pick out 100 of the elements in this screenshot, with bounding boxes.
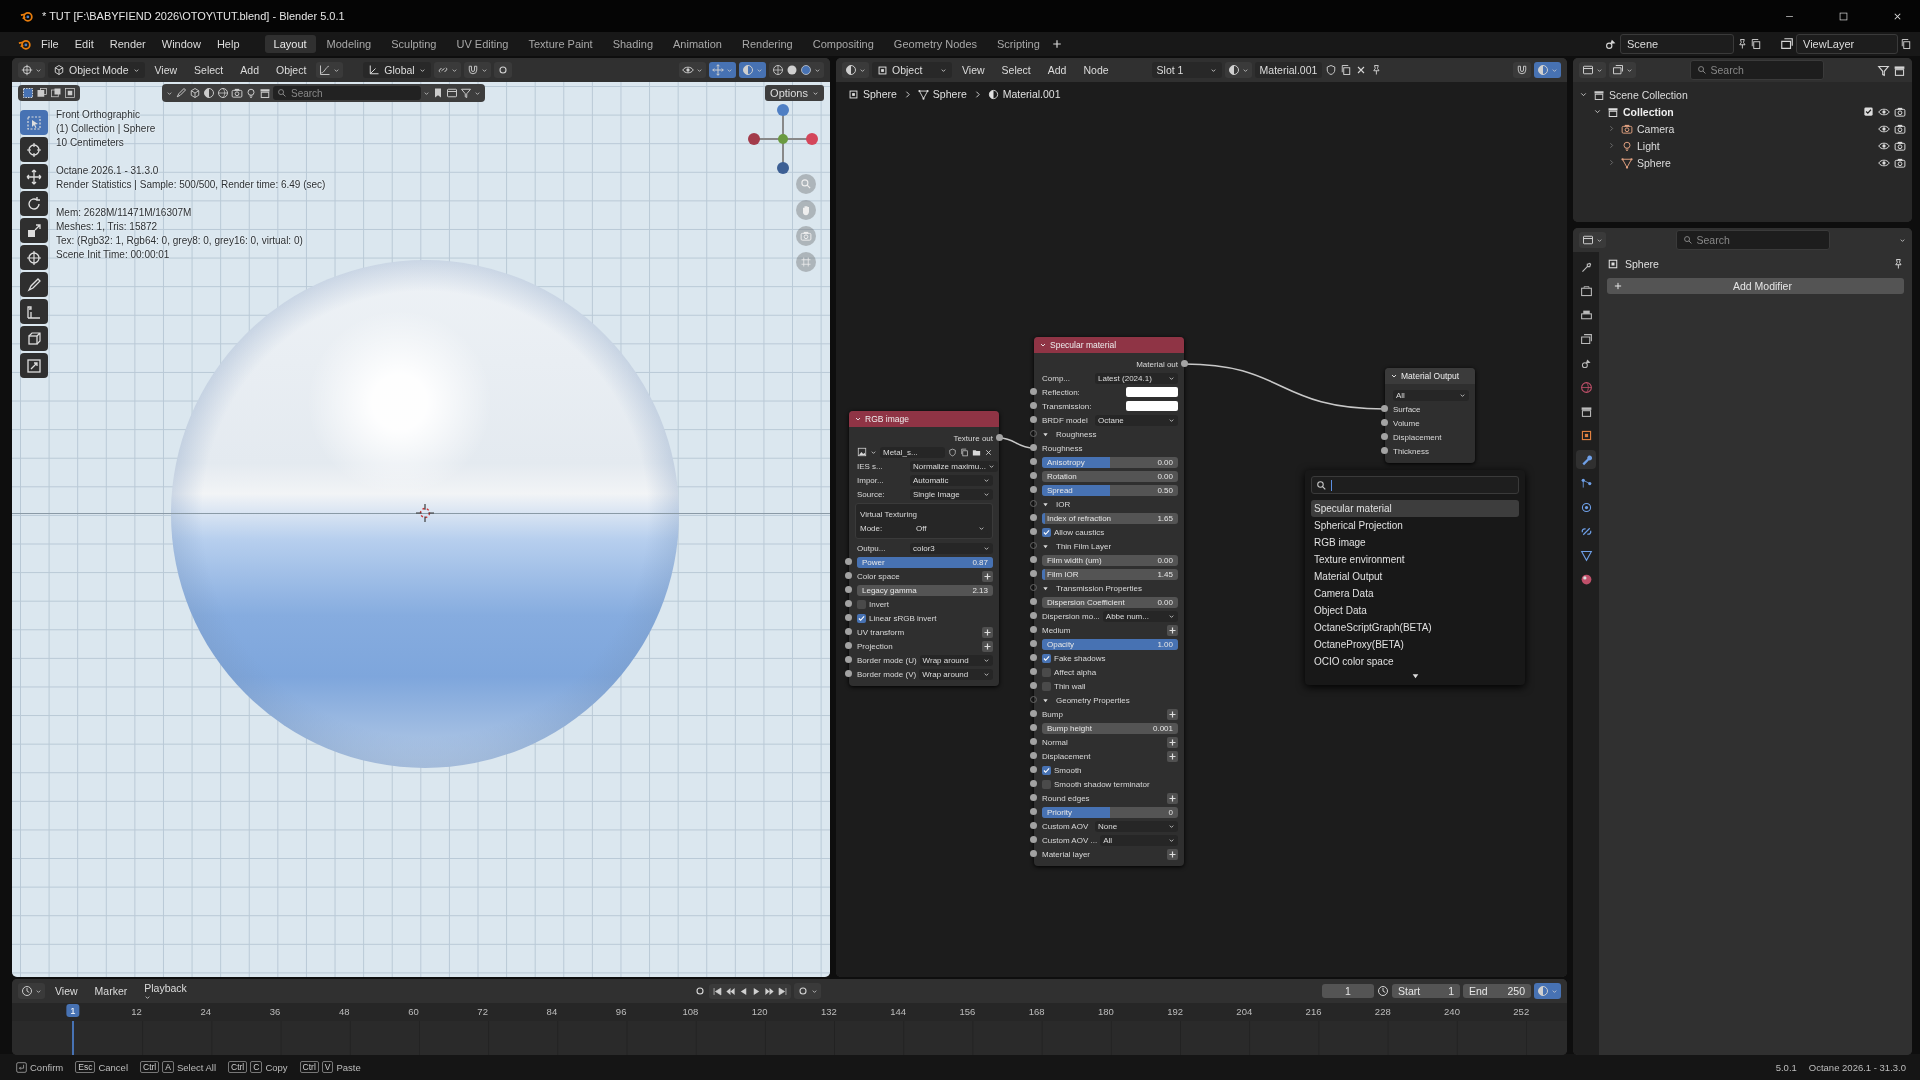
start-frame-field[interactable]: Start 1 [1392, 984, 1460, 998]
slider-field[interactable]: Spread 0.50 [1042, 484, 1178, 496]
menu-item[interactable]: View [955, 61, 992, 79]
dropdown[interactable]: Octane [1095, 414, 1178, 426]
menu-item[interactable]: File [34, 35, 66, 53]
menu-item[interactable]: Material Output [1311, 568, 1519, 585]
menu-item[interactable]: Add [1040, 61, 1074, 79]
workspace-tab[interactable]: Sculpting [382, 35, 446, 53]
menu-item[interactable]: View [147, 61, 185, 79]
dropdown[interactable]: Latest (2024.1) [1095, 372, 1178, 384]
end-frame-field[interactable]: End 250 [1463, 984, 1531, 998]
view-layer-field[interactable]: ViewLayer [1796, 34, 1898, 54]
frame-number: 72 [477, 1006, 488, 1017]
mode-dropdown[interactable]: Object Mode [48, 62, 145, 78]
dropdown[interactable]: All [1393, 389, 1469, 401]
frame-number: 144 [890, 1006, 907, 1017]
frame-number: 156 [959, 1006, 976, 1017]
menu-item[interactable]: View [48, 982, 85, 1000]
workspace-tab[interactable]: Modeling [317, 35, 381, 53]
dropdown[interactable]: Single Image [910, 488, 993, 500]
breadcrumb[interactable]: Sphere [932, 88, 967, 100]
shader-type-dropdown[interactable]: Object [872, 62, 952, 78]
menu-item[interactable]: Object [269, 61, 314, 79]
menu-item[interactable]: OctaneScriptGraph(BETA) [1311, 619, 1519, 636]
dropdown[interactable]: None [1095, 820, 1178, 832]
outliner-item[interactable]: Scene Collection [1609, 88, 1688, 101]
menu-item[interactable]: Spherical Projection [1311, 517, 1519, 534]
menu-item[interactable]: Specular material [1311, 500, 1519, 517]
frame-number: 24 [200, 1006, 211, 1017]
slider-field[interactable]: Anisotropy 0.00 [1042, 456, 1178, 468]
input-label: Surface [1393, 404, 1421, 414]
material-name-field[interactable]: Material.001 [1254, 62, 1323, 78]
scene-field[interactable]: Scene [1620, 34, 1734, 54]
menu-item[interactable]: Playback [137, 979, 194, 1004]
menu-item[interactable]: Marker [87, 982, 135, 1000]
outliner-item[interactable]: Collection [1623, 105, 1674, 118]
menu-item[interactable]: Window [154, 35, 208, 53]
workspace-tab[interactable]: Layout [264, 35, 316, 53]
menu-item[interactable]: Select [187, 61, 231, 79]
menu-item[interactable]: Texture environment [1311, 551, 1519, 568]
slider-field[interactable]: Power 0.87 [857, 556, 993, 568]
workspace-tab[interactable]: Texture Paint [519, 35, 602, 53]
object-type-filter[interactable]: Search [162, 84, 485, 102]
dropdown[interactable]: Wrap around [919, 654, 993, 666]
menu-item[interactable]: Select [994, 61, 1038, 79]
add-modifier-button[interactable]: Add Modifier [1607, 278, 1904, 294]
slider-field[interactable]: Priority 0 [1042, 806, 1178, 818]
dropdown[interactable]: color3 [910, 542, 993, 554]
dropdown[interactable]: Wrap around [919, 668, 993, 680]
menu-item[interactable]: OctaneProxy(BETA) [1311, 636, 1519, 653]
workspace-tab[interactable]: Animation [664, 35, 731, 53]
breadcrumb[interactable]: Material.001 [1002, 88, 1061, 100]
slider-field[interactable]: Film width (um) 0.00 [1042, 554, 1178, 566]
outliner-item[interactable]: Camera [1637, 122, 1675, 135]
input-label: Material layer [1042, 849, 1090, 859]
slider-field[interactable]: Bump height 0.001 [1042, 722, 1178, 734]
outliner-item[interactable]: Sphere [1637, 156, 1671, 169]
search-field[interactable]: Search [1689, 60, 1824, 80]
slider-field[interactable]: Legacy gamma 2.13 [857, 584, 993, 596]
dropdown[interactable]: Abbe num... [1102, 610, 1178, 622]
search-field[interactable]: Search [273, 86, 421, 100]
dropdown[interactable]: Automatic [910, 474, 993, 486]
menu-item[interactable]: Add [233, 61, 266, 79]
slider-field[interactable]: Index of refraction 1.65 [1042, 512, 1178, 524]
menu-item[interactable]: Edit [67, 35, 101, 53]
slider-field[interactable]: Opacity 1.00 [1042, 638, 1178, 650]
menu-item[interactable]: Node [1076, 61, 1116, 79]
node-title: RGB image [865, 414, 909, 424]
search-field[interactable]: Search [1675, 230, 1830, 250]
workspace-tab[interactable]: UV Editing [447, 35, 518, 53]
slot-dropdown[interactable]: Slot 1 [1151, 62, 1222, 78]
current-frame-field[interactable]: 1 [1322, 984, 1374, 998]
slider-field[interactable]: Film IOR 1.45 [1042, 568, 1178, 580]
options-dropdown[interactable]: Options [765, 85, 824, 101]
dropdown[interactable]: Normalize maximu... [910, 460, 998, 472]
menu-item[interactable]: RGB image [1311, 534, 1519, 551]
image-name-field[interactable]: Metal_s... [880, 446, 945, 458]
field-label: BRDF model [1042, 415, 1089, 425]
output-label: Material out [1136, 359, 1178, 369]
frame-number: 204 [1236, 1006, 1253, 1017]
workspace-tab[interactable]: Geometry Nodes [884, 35, 986, 53]
node-title: Material Output [1401, 371, 1460, 381]
frame-number[interactable]: 1 [66, 1004, 80, 1017]
menu-item[interactable]: OCIO color space [1311, 653, 1519, 670]
menu-item[interactable]: Camera Data [1311, 585, 1519, 602]
breadcrumb[interactable]: Sphere [863, 88, 897, 100]
menu-item[interactable]: Help [209, 35, 247, 53]
menu-item[interactable]: Render [102, 35, 153, 53]
outliner-item[interactable]: Light [1637, 139, 1660, 152]
workspace-tab[interactable]: Shading [603, 35, 663, 53]
workspace-tab[interactable]: Scripting [988, 35, 1049, 53]
dropdown[interactable]: All [1100, 834, 1178, 846]
workspace-tab[interactable]: Rendering [732, 35, 802, 53]
checkbox-label: Invert [869, 599, 889, 609]
workspace-tab[interactable]: Compositing [803, 35, 883, 53]
menu-item[interactable]: Object Data [1311, 602, 1519, 619]
slider-field[interactable]: Dispersion Coefficient 0.00 [1042, 596, 1178, 608]
orientation-dropdown[interactable]: Global [363, 62, 431, 78]
slider-field[interactable]: Rotation 0.00 [1042, 470, 1178, 482]
viewport-info-text: Render Statistics | Sample: 500/500, Render time: 6.49 (sec) [56, 178, 326, 192]
